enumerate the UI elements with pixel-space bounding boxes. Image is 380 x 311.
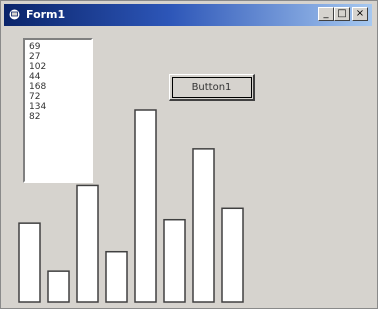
- maximize-button[interactable]: □: [334, 7, 350, 21]
- app-icon: [8, 8, 21, 21]
- bar-1: [18, 222, 41, 303]
- title-bar[interactable]: Form1 _ □ ×: [4, 4, 372, 26]
- list-item[interactable]: 72: [29, 92, 91, 102]
- bar-2: [47, 270, 70, 303]
- list-item[interactable]: 82: [29, 112, 91, 122]
- form1-window: Form1 _ □ × 69 27 102 44 168 72 134 82 B…: [0, 0, 378, 309]
- list-item[interactable]: 27: [29, 52, 91, 62]
- bar-3: [76, 184, 99, 303]
- list-item[interactable]: 102: [29, 62, 91, 72]
- values-listbox[interactable]: 69 27 102 44 168 72 134 82: [23, 38, 93, 183]
- button1[interactable]: Button1: [169, 74, 255, 101]
- list-item[interactable]: 69: [29, 42, 91, 52]
- close-button[interactable]: ×: [352, 7, 368, 21]
- bar-8: [221, 207, 244, 303]
- bar-6: [163, 218, 186, 303]
- bar-5: [134, 109, 157, 303]
- list-item[interactable]: 168: [29, 82, 91, 92]
- bar-7: [192, 148, 215, 303]
- window-title: Form1: [26, 8, 66, 21]
- bar-4: [105, 250, 128, 303]
- list-item[interactable]: 44: [29, 72, 91, 82]
- list-item[interactable]: 134: [29, 102, 91, 112]
- minimize-button[interactable]: _: [318, 7, 334, 21]
